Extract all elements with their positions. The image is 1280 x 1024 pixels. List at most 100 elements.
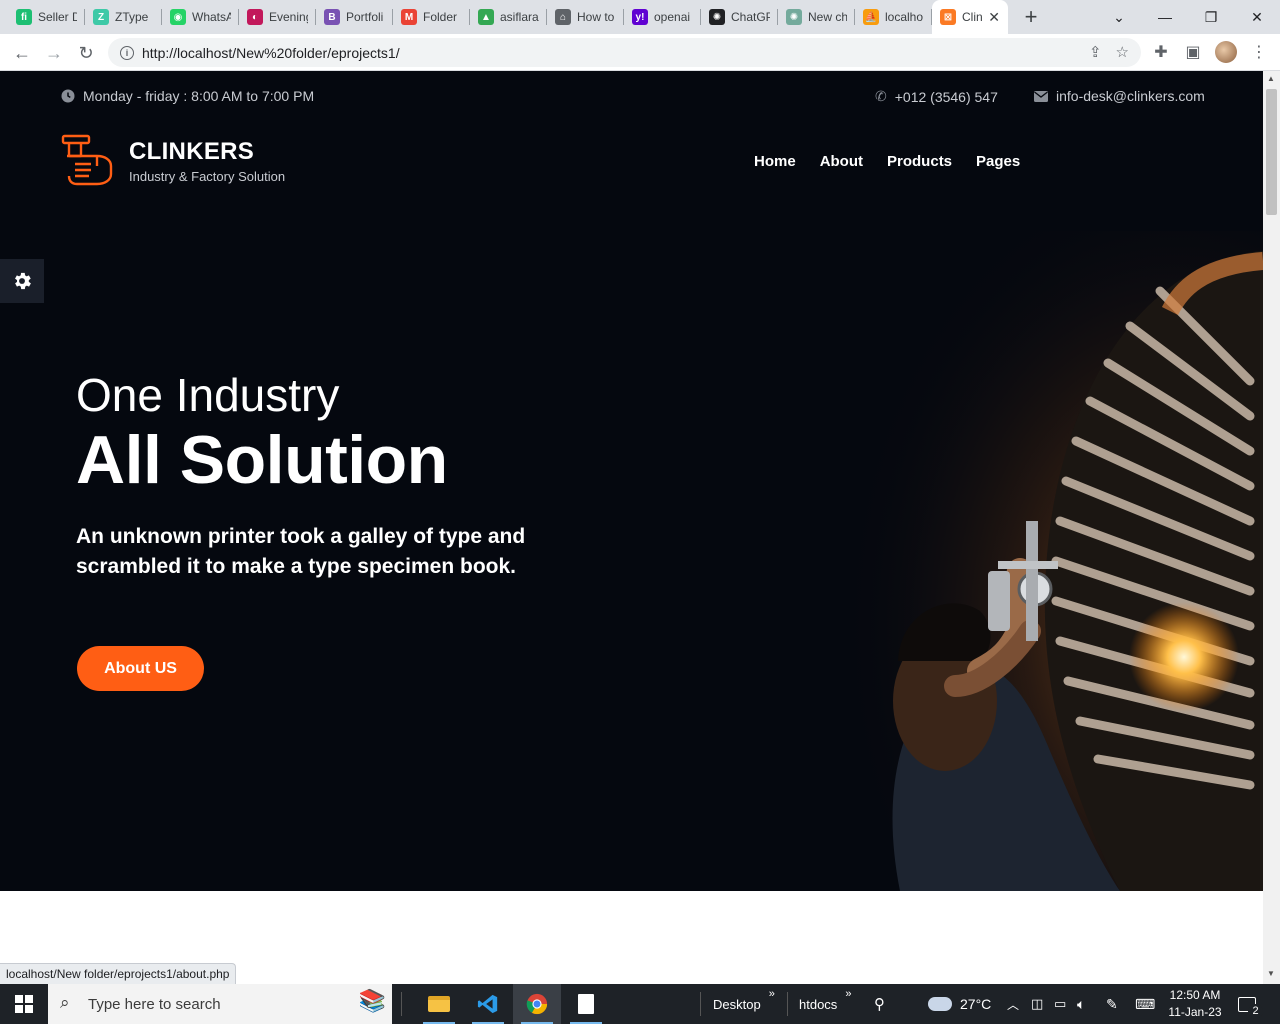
browser-tab[interactable]: ✺ ChatGP — [701, 0, 778, 34]
hero-title: All Solution — [76, 422, 448, 498]
browser-tab[interactable]: Z ZType — [85, 0, 162, 34]
browser-tab[interactable]: ✺ New ch — [778, 0, 855, 34]
chrome-icon[interactable] — [513, 984, 561, 1024]
taskbar-divider — [401, 992, 402, 1016]
keyboard-icon[interactable]: ⌨ — [1135, 984, 1155, 1024]
chatgpt-icon: ✺ — [709, 9, 725, 25]
gmail-icon: M — [401, 9, 417, 25]
taskbar-divider — [700, 992, 701, 1016]
double-chevron-icon: » — [768, 988, 775, 1000]
windows-logo-icon — [15, 995, 33, 1013]
weather-widget[interactable]: 27°C — [928, 984, 991, 1024]
taskbar-search-input[interactable]: ⌕ Type here to search 📚 — [48, 984, 392, 1024]
file-explorer-icon[interactable] — [415, 984, 463, 1024]
browser-tab[interactable]: B Portfoli — [316, 0, 393, 34]
scrollbar-thumb[interactable] — [1266, 89, 1277, 215]
contact-email[interactable]: info-desk@clinkers.com — [1034, 88, 1205, 104]
settings-toggle[interactable] — [0, 259, 44, 303]
restore-button[interactable]: ❐ — [1188, 0, 1234, 34]
web-page: Monday - friday : 8:00 AM to 7:00 PM ✆ +… — [0, 71, 1263, 984]
business-hours: Monday - friday : 8:00 AM to 7:00 PM — [61, 88, 314, 104]
scroll-up-arrow-icon[interactable]: ▲ — [1267, 74, 1275, 83]
minimize-button[interactable]: — — [1142, 0, 1188, 34]
taskbar-divider — [787, 992, 788, 1016]
close-tab-icon[interactable]: ✕ — [988, 9, 1000, 26]
reload-icon[interactable]: ↻ — [70, 37, 102, 69]
url-input[interactable]: i http://localhost/New%20folder/eproject… — [108, 38, 1141, 67]
hero-description: An unknown printer took a galley of type… — [76, 525, 526, 578]
bootstrap-icon: B — [324, 9, 340, 25]
people-icon[interactable]: ⚲ — [874, 984, 885, 1024]
hero-subtitle: One Industry — [76, 369, 340, 421]
phone-icon: ✆ — [875, 88, 887, 104]
site-info-icon[interactable]: i — [120, 45, 134, 60]
browser-tab[interactable]: ⌂ How to — [547, 0, 624, 34]
side-panel-icon[interactable]: ▣ — [1178, 37, 1208, 67]
back-icon[interactable]: ← — [6, 37, 38, 69]
volume-icon[interactable]: 🔈︎ — [1077, 984, 1085, 1024]
profile-avatar[interactable] — [1211, 37, 1241, 67]
browser-tab[interactable]: y! openai — [624, 0, 701, 34]
nav-link-about[interactable]: About — [820, 153, 863, 170]
notepad-icon[interactable] — [562, 984, 610, 1024]
network-icon[interactable]: ▭ — [1054, 984, 1066, 1024]
desktop-toolbar[interactable]: Desktop » — [713, 984, 775, 1024]
notification-center-button[interactable]: 2 — [1238, 984, 1263, 1024]
notification-count-badge: 2 — [1248, 1004, 1263, 1019]
extensions-icon[interactable]: ✚ — [1146, 37, 1176, 67]
browser-tab[interactable]: ◉ WhatsA — [162, 0, 239, 34]
yahoo-icon: y! — [632, 9, 648, 25]
share-icon[interactable]: ⇪ — [1089, 43, 1102, 61]
start-button[interactable] — [0, 984, 48, 1024]
hero-worker-image — [780, 231, 1263, 891]
search-highlight-icon[interactable]: 📚 — [359, 988, 386, 1014]
nav-link-home[interactable]: Home — [754, 153, 796, 170]
double-chevron-icon: » — [845, 988, 852, 1000]
bookmark-star-icon[interactable]: ☆ — [1116, 43, 1129, 61]
nav-link-pages[interactable]: Pages — [976, 153, 1020, 170]
browser-tab[interactable]: ⛵ localho — [855, 0, 932, 34]
close-window-button[interactable]: ✕ — [1234, 0, 1280, 34]
contact-phone[interactable]: ✆ +012 (3546) 547 — [875, 88, 998, 105]
wrench-hand-logo-icon — [61, 134, 113, 186]
tab-search-icon[interactable]: ⌄ — [1096, 0, 1142, 34]
browser-tab[interactable]: M Folder — [393, 0, 470, 34]
ztype-icon: Z — [93, 9, 109, 25]
browser-tab-label: How to — [577, 10, 615, 24]
scroll-down-arrow-icon[interactable]: ▼ — [1267, 969, 1275, 978]
drive-icon: ▲ — [478, 9, 494, 25]
home-icon: ⌂ — [555, 9, 571, 25]
system-clock[interactable]: 12:50 AM 11-Jan-23 — [1166, 987, 1224, 1021]
browser-tab-label: WhatsA — [192, 10, 231, 24]
forward-icon[interactable]: → — [38, 37, 70, 69]
browser-tab[interactable]: fi Seller D — [8, 0, 85, 34]
address-bar-row: ← → ↻ i http://localhost/New%20folder/ep… — [0, 34, 1280, 71]
cloud-icon — [928, 997, 952, 1011]
vscode-icon[interactable] — [464, 984, 512, 1024]
about-us-button[interactable]: About US — [77, 646, 204, 691]
browser-tab-label: openai — [654, 10, 691, 24]
htdocs-toolbar[interactable]: htdocs » — [799, 984, 851, 1024]
windows-taskbar: ⌕ Type here to search 📚 Desktop » htdocs… — [0, 984, 1280, 1024]
clock-time: 12:50 AM — [1169, 988, 1221, 1002]
page-scrollbar[interactable]: ▲ ▼ — [1263, 71, 1280, 984]
show-hidden-icons-chevron-icon[interactable]: ︿ — [1007, 984, 1019, 1024]
pen-ink-icon[interactable]: ✎ — [1106, 984, 1118, 1024]
site-logo[interactable]: CLINKERS Industry & Factory Solution — [61, 134, 285, 188]
gear-icon — [15, 272, 31, 290]
browser-tab[interactable]: ▲ asiflara — [470, 0, 547, 34]
browser-tab-label: New ch — [808, 10, 847, 24]
contact-email-text: info-desk@clinkers.com — [1056, 88, 1205, 104]
browser-tab-label: Clin — [962, 10, 983, 24]
search-icon: ⌕ — [60, 993, 70, 1012]
taskbar-search-placeholder: Type here to search — [88, 995, 221, 1013]
browser-menu-icon[interactable]: ⋮ — [1244, 37, 1274, 67]
browser-tab-active[interactable]: ⊠ Clin ✕ — [932, 0, 1008, 34]
clock-date: 11-Jan-23 — [1168, 1005, 1222, 1019]
nav-link-products[interactable]: Products — [887, 153, 952, 170]
link-status-bubble: localhost/New folder/eprojects1/about.ph… — [0, 963, 237, 984]
new-tab-button[interactable]: + — [1014, 0, 1048, 34]
browser-tab[interactable]: ◐ Evening — [239, 0, 316, 34]
meet-now-icon[interactable]: ◫ — [1031, 984, 1043, 1024]
url-text: http://localhost/New%20folder/eprojects1… — [142, 44, 400, 61]
